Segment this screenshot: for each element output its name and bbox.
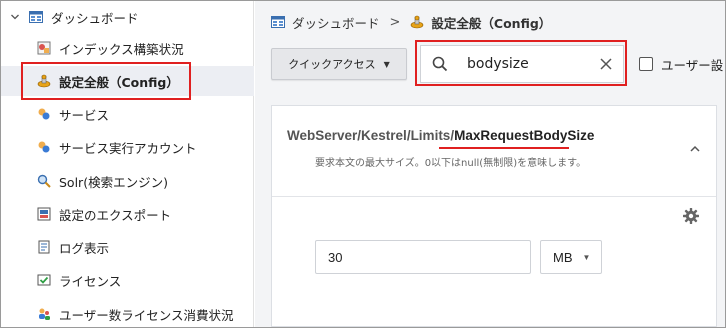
- breadcrumb-current: 設定全般（Config）: [431, 15, 552, 31]
- sidebar-item-service[interactable]: サービス: [1, 99, 254, 129]
- main-panel: ダッシュボード > 設定全般（Config） クイックアクセス ▼ ユーザー設 …: [255, 1, 725, 327]
- user-license-icon: [37, 307, 51, 321]
- divider: [272, 196, 716, 197]
- clear-icon[interactable]: [599, 57, 613, 71]
- sidebar-item-label: サービス: [59, 107, 110, 123]
- sidebar-item-label: Solr(検索エンジン): [59, 174, 168, 190]
- sidebar-item-license[interactable]: ライセンス: [1, 265, 254, 295]
- log-icon: [37, 240, 51, 254]
- user-setting-checkbox-label: ユーザー設: [661, 58, 724, 73]
- chevron-down-icon[interactable]: [9, 11, 21, 23]
- setting-key: WebServer/Kestrel/Limits/MaxRequestBodyS…: [287, 128, 594, 143]
- sidebar-item-label: ログ表示: [59, 240, 110, 256]
- highlight-underline: [439, 147, 569, 149]
- index-status-icon: [37, 41, 51, 55]
- gear-icon[interactable]: [682, 207, 700, 225]
- unit-select[interactable]: MB ▼: [540, 240, 602, 274]
- service-account-icon: [37, 140, 51, 154]
- search-icon: [431, 55, 449, 73]
- sidebar-item-label: 設定のエクスポート: [59, 207, 172, 223]
- dashboard-icon: [271, 15, 285, 29]
- sidebar-item-service-account[interactable]: サービス実行アカウント: [1, 132, 254, 162]
- service-icon: [37, 107, 51, 121]
- caret-down-icon: ▼: [383, 59, 390, 69]
- config-icon: [410, 15, 424, 29]
- search-input[interactable]: [467, 56, 587, 72]
- sidebar-item-label: ユーザー数ライセンス消費状況: [59, 307, 234, 323]
- sidebar-item-label: ライセンス: [59, 273, 122, 289]
- sidebar-item-dashboard[interactable]: ダッシュボード: [1, 2, 254, 32]
- license-icon: [37, 273, 51, 287]
- sidebar-item-label: 設定全般（Config）: [59, 74, 179, 90]
- sidebar-item-solr[interactable]: Solr(検索エンジン): [1, 166, 254, 196]
- user-setting-checkbox[interactable]: [639, 57, 653, 71]
- dashboard-icon: [29, 10, 43, 24]
- sidebar-item-user-license[interactable]: ユーザー数ライセンス消費状況: [1, 299, 254, 328]
- setting-value-input[interactable]: [315, 240, 531, 274]
- sidebar-item-label: インデックス構築状況: [59, 41, 184, 57]
- setting-card: WebServer/Kestrel/Limits/MaxRequestBodyS…: [271, 105, 717, 327]
- setting-key-prefix: WebServer/Kestrel/Limits/: [287, 128, 455, 143]
- sidebar-item-index-status[interactable]: インデックス構築状況: [1, 33, 254, 63]
- sidebar-item-log[interactable]: ログ表示: [1, 232, 254, 262]
- sidebar-item-export[interactable]: 設定のエクスポート: [1, 199, 254, 229]
- quick-access-button[interactable]: クイックアクセス ▼: [271, 48, 407, 80]
- export-icon: [37, 207, 51, 221]
- breadcrumb-separator: >: [389, 14, 401, 30]
- sidebar: ダッシュボード インデックス構築状況 設定全般（Config） サービス サービ…: [1, 1, 254, 327]
- sidebar-item-config[interactable]: 設定全般（Config）: [1, 66, 254, 96]
- breadcrumb: ダッシュボード > 設定全般（Config）: [271, 13, 551, 31]
- sidebar-item-label: サービス実行アカウント: [59, 140, 197, 156]
- search-box: [420, 45, 624, 83]
- breadcrumb-root[interactable]: ダッシュボード: [292, 13, 380, 32]
- unit-select-value: MB: [553, 249, 573, 265]
- chevron-up-icon[interactable]: [688, 142, 702, 156]
- search-engine-icon: [37, 174, 51, 188]
- config-icon: [37, 74, 51, 88]
- caret-down-icon: ▼: [582, 252, 591, 262]
- setting-key-leaf: MaxRequestBodySize: [454, 128, 595, 143]
- quick-access-label: クイックアクセス: [288, 58, 376, 71]
- sidebar-item-label: ダッシュボード: [51, 10, 139, 26]
- setting-description: 要求本文の最大サイズ。0以下はnull(無制限)を意味します。: [315, 158, 587, 169]
